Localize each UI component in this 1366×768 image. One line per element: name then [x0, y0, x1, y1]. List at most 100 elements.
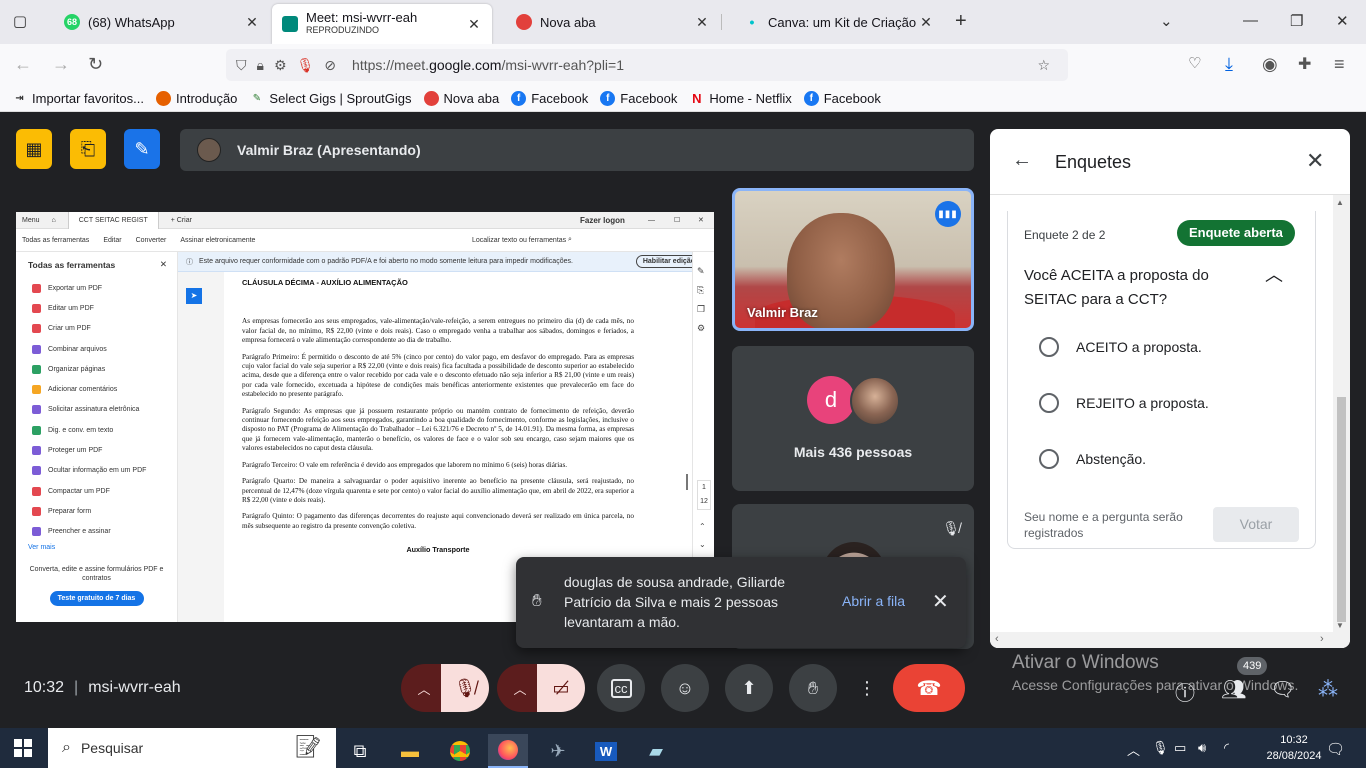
- clause-paragraph: Parágrafo Segundo: As empresas que já po…: [242, 406, 634, 453]
- notes-icon[interactable]: ▰: [636, 734, 676, 768]
- bookmark-nova-aba[interactable]: Nova aba: [423, 91, 499, 106]
- raise-hand-button[interactable]: ✋︎: [789, 664, 837, 712]
- back-arrow-icon[interactable]: ←: [1012, 149, 1032, 172]
- shield-icon[interactable]: ⛉: [236, 57, 247, 74]
- close-icon[interactable]: ✕: [466, 16, 482, 33]
- vote-button[interactable]: Votar: [1213, 507, 1299, 542]
- tab-list-icon[interactable]: ▢: [8, 11, 32, 33]
- bookmark-facebook[interactable]: f Facebook: [600, 91, 677, 106]
- bookmark-star-icon[interactable]: ☆: [1037, 57, 1050, 74]
- account-icon[interactable]: ◉: [1262, 54, 1278, 75]
- horizontal-scrollbar[interactable]: ‹ ›: [990, 632, 1350, 648]
- tab-nova-aba[interactable]: Nova aba ✕: [494, 0, 720, 44]
- toolbar-item: Converter: [135, 236, 167, 244]
- people-icon[interactable]: 👥︎: [1221, 677, 1246, 702]
- bookmark-sproutgigs[interactable]: ✎ Select Gigs | SproutGigs: [249, 91, 412, 106]
- poll-option-aceito[interactable]: ACEITO a proposta.: [1039, 337, 1202, 357]
- sprout-icon: ✎: [252, 93, 262, 104]
- radio-button[interactable]: [1039, 449, 1059, 469]
- downloads-icon[interactable]: ⤓: [1225, 54, 1233, 75]
- annotation-off-icon[interactable]: ▦: [16, 129, 52, 169]
- more-options-button[interactable]: ⋮: [853, 664, 881, 712]
- avatar: [850, 376, 900, 426]
- menu-icon[interactable]: ≡: [1334, 54, 1345, 75]
- mic-off-button[interactable]: 🎙︎̸: [441, 664, 489, 712]
- permissions-icon[interactable]: ⚙: [274, 57, 287, 74]
- poll-option-rejeito[interactable]: REJEITO a proposta.: [1039, 393, 1209, 413]
- taskbar-clock[interactable]: 10:32 28/08/2024: [1264, 732, 1324, 764]
- open-queue-button[interactable]: Abrir a fila: [842, 593, 905, 609]
- poll-option-abstencao[interactable]: Abstenção.: [1039, 449, 1146, 469]
- chrome-icon[interactable]: [440, 734, 480, 768]
- participant-tile-more[interactable]: d Mais 436 pessoas: [732, 346, 974, 491]
- camera-off-button[interactable]: ▭̸: [537, 664, 585, 712]
- clause-paragraph: As empresas fornecerão aos seus empregad…: [242, 317, 634, 345]
- bookmark-introducao[interactable]: Introdução: [155, 91, 237, 106]
- close-icon[interactable]: ✕: [1306, 148, 1324, 174]
- tab-overflow-icon[interactable]: ⌄: [1160, 12, 1173, 30]
- volume-icon[interactable]: 🔊︎: [1198, 740, 1206, 756]
- reactions-button[interactable]: ☺: [661, 664, 709, 712]
- sidebar-title: Todas as ferramentas ✕: [28, 259, 167, 270]
- back-icon[interactable]: ←: [14, 54, 32, 75]
- network-icon[interactable]: ◜: [1224, 740, 1229, 756]
- file-explorer-icon[interactable]: ▬: [390, 734, 430, 768]
- camera-blocked-icon[interactable]: ⊘: [324, 57, 336, 74]
- window-close-icon[interactable]: ✕: [1336, 12, 1349, 30]
- vertical-scrollbar[interactable]: ▲ ▼: [1333, 195, 1350, 632]
- clause-paragraph: Parágrafo Quinto: O pagamento das difere…: [242, 512, 634, 530]
- forward-icon[interactable]: →: [52, 54, 70, 75]
- trial-button: Teste gratuito de 7 dias: [49, 590, 144, 606]
- close-icon[interactable]: ✕: [694, 14, 710, 31]
- annotate-icon[interactable]: ✎: [124, 129, 160, 169]
- firefox-icon: [516, 14, 532, 30]
- word-icon[interactable]: W: [586, 734, 626, 768]
- info-icon[interactable]: ⓘ: [1175, 677, 1195, 706]
- present-icon: ⬆: [741, 677, 757, 698]
- exit-icon[interactable]: ⎗: [70, 129, 106, 169]
- battery-icon[interactable]: ▭: [1174, 740, 1186, 756]
- participant-tile-camera[interactable]: ▮▮▮ Valmir Braz: [732, 188, 974, 331]
- restore-icon[interactable]: ❐: [1290, 12, 1303, 30]
- task-view-icon[interactable]: ⧉: [340, 734, 380, 768]
- new-tab-icon[interactable]: +: [955, 10, 967, 33]
- pocket-icon[interactable]: ♡: [1188, 54, 1201, 72]
- chevron-up-icon[interactable]: ︿: [1265, 261, 1283, 287]
- chat-icon[interactable]: 🗨︎: [1270, 677, 1295, 702]
- activities-icon[interactable]: ⁂: [1318, 677, 1338, 702]
- meeting-info: 10:32 | msi-wvrr-eah: [24, 679, 181, 696]
- tab-meet[interactable]: Meet: msi-wvrr-eah REPRODUZINDO ✕: [272, 4, 492, 44]
- lock-icon[interactable]: 🔒︎: [257, 57, 264, 74]
- tab-canva[interactable]: • Canva: um Kit de Criação Visual ✕: [722, 0, 944, 44]
- radio-button[interactable]: [1039, 393, 1059, 413]
- bookmark-facebook[interactable]: f Facebook: [803, 91, 881, 106]
- close-icon: ✕: [698, 217, 704, 224]
- tray-overflow-icon[interactable]: ︿: [1127, 740, 1140, 759]
- address-bar[interactable]: ⛉ 🔒︎ ⚙ 🎙︎ ⊘ https://meet.google.com/msi-…: [226, 49, 1068, 81]
- bookmark-netflix[interactable]: N Home - Netflix: [689, 91, 792, 106]
- restore-icon: ☐: [674, 217, 681, 224]
- app-icon[interactable]: ✈: [538, 734, 578, 768]
- polls-panel: ← Enquetes ✕ Enquete 2 de 2 Enquete aber…: [990, 129, 1350, 648]
- bookmark-facebook[interactable]: f Facebook: [511, 91, 588, 106]
- radio-button[interactable]: [1039, 337, 1059, 357]
- taskbar-search[interactable]: ⌕ Pesquisar 📝︎: [48, 728, 336, 768]
- present-button[interactable]: ⬆: [725, 664, 773, 712]
- tab-whatsapp[interactable]: 68 (68) WhatsApp ✕: [42, 0, 270, 44]
- end-call-button[interactable]: ☎︎: [893, 664, 965, 712]
- reload-icon[interactable]: ↻: [88, 54, 103, 75]
- minimize-icon[interactable]: —: [1243, 12, 1258, 29]
- bookmark-import[interactable]: ⇥ Importar favoritos...: [12, 91, 144, 106]
- notifications-icon[interactable]: 🗨︎: [1326, 740, 1345, 758]
- firefox-icon: [423, 91, 439, 106]
- close-icon[interactable]: ✕: [244, 14, 260, 31]
- extensions-icon[interactable]: ✚: [1298, 54, 1311, 74]
- firefox-icon[interactable]: [488, 734, 528, 768]
- close-icon[interactable]: ✕: [918, 14, 934, 31]
- raise-hand-icon: ✋︎: [807, 677, 819, 698]
- tray-mic-icon[interactable]: 🎙︎: [1152, 740, 1169, 756]
- start-icon[interactable]: [14, 739, 32, 757]
- captions-button[interactable]: cc: [597, 664, 645, 712]
- close-icon[interactable]: ✕: [932, 589, 949, 614]
- microphone-icon[interactable]: 🎙︎: [297, 57, 315, 74]
